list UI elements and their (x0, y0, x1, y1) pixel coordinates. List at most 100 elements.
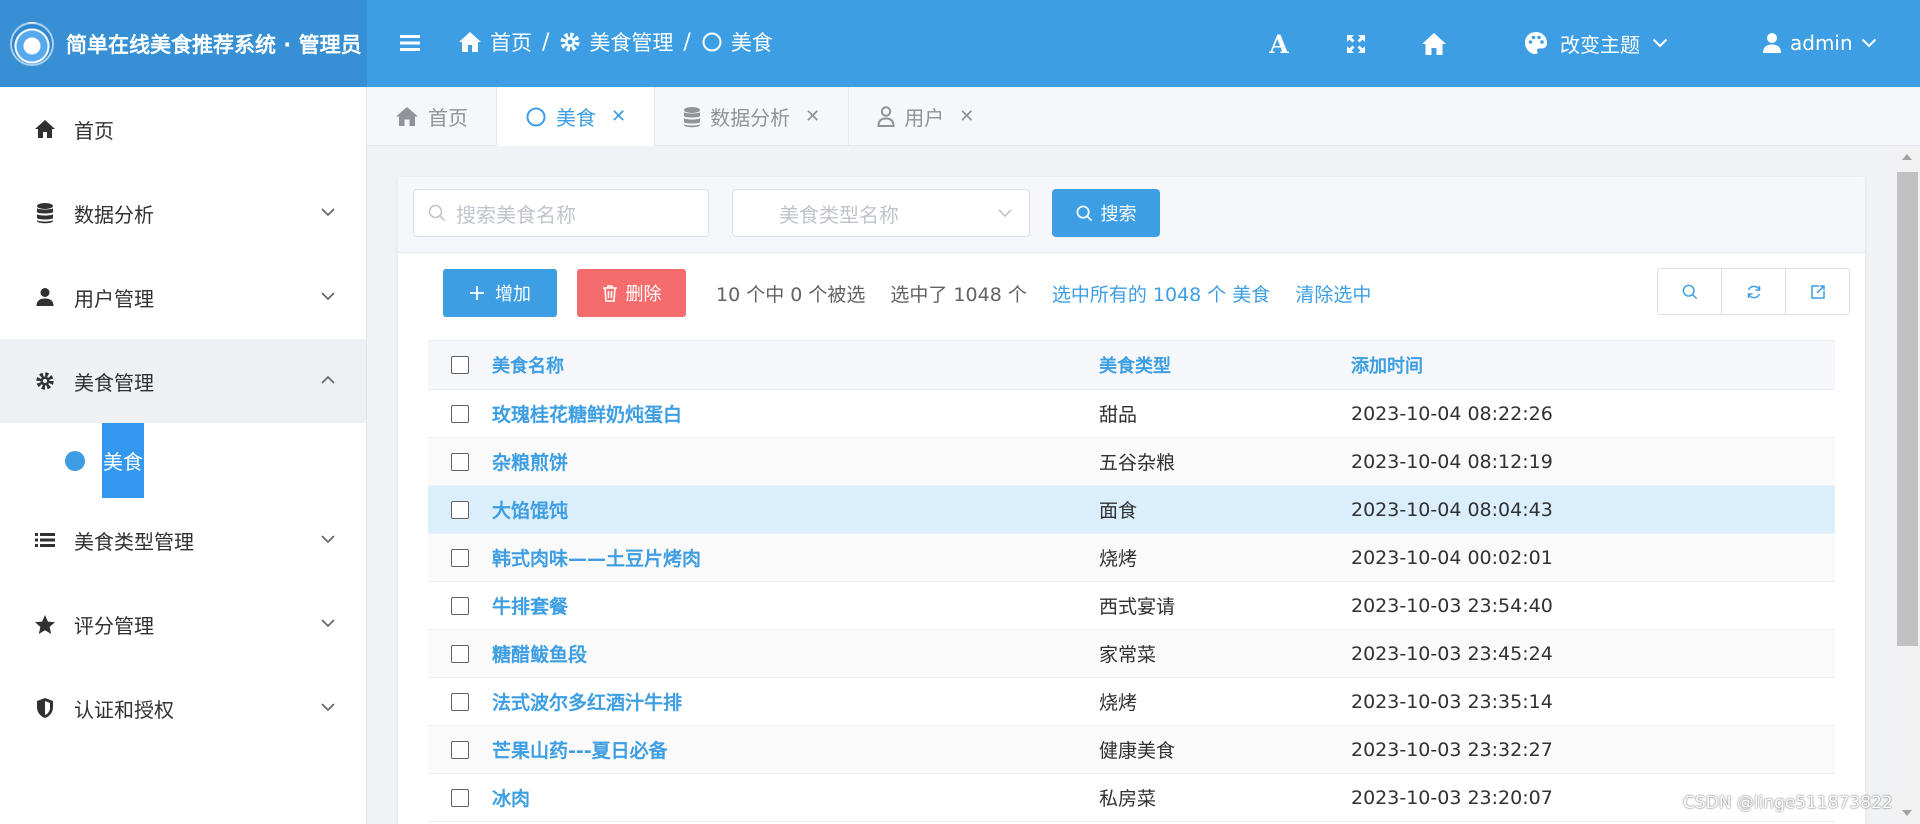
food-type-cell: 私房菜 (1099, 788, 1157, 810)
added-time-cell: 2023-10-03 23:35:14 (1351, 690, 1553, 713)
sidebar-item-label: 用户管理 (74, 286, 154, 311)
breadcrumb-home[interactable]: 首页 (458, 27, 532, 57)
tab-home[interactable]: 首页 (367, 87, 497, 146)
hamburger-icon[interactable] (397, 28, 423, 58)
chevron-down-icon (1861, 38, 1876, 48)
sidebar-subitem-label: 美食 (102, 423, 144, 498)
brand: 简单在线美食推荐系统 · 管理员 (0, 0, 367, 87)
top-header: 简单在线美食推荐系统 · 管理员 首页 / 美食管理 / 美食 A 改变主题 a… (0, 0, 1920, 87)
search-food-name-input[interactable]: 搜索美食名称 (413, 189, 709, 237)
row-checkbox[interactable] (451, 692, 469, 711)
select-all-link[interactable]: 选中所有的 1048 个 美食 (1052, 280, 1270, 307)
food-type-cell: 西式宴请 (1099, 596, 1176, 618)
sidebar-subitem-food[interactable]: 美食 (0, 423, 366, 498)
added-time-cell: 2023-10-03 23:54:40 (1351, 594, 1553, 617)
chevron-down-icon (321, 535, 335, 544)
font-size-icon[interactable]: A (1263, 28, 1295, 60)
database-icon (33, 201, 57, 225)
delete-button[interactable]: 删除 (577, 269, 686, 317)
row-checkbox[interactable] (451, 452, 469, 471)
breadcrumb: 首页 / 美食管理 / 美食 (458, 24, 773, 60)
breadcrumb-separator: / (542, 29, 550, 55)
sidebar-item-food-management[interactable]: 美食管理 (0, 339, 366, 423)
export-icon[interactable] (1786, 269, 1849, 314)
scrollbar-thumb[interactable] (1897, 172, 1918, 646)
page-scrollbar[interactable] (1895, 146, 1920, 824)
palette-icon (1525, 32, 1547, 54)
row-checkbox[interactable] (451, 644, 469, 663)
food-name-link[interactable]: 大馅馄饨 (492, 496, 1099, 523)
food-type-select[interactable]: 美食类型名称 (732, 189, 1030, 237)
food-name-link[interactable]: 芒果山药---夏日必备 (492, 736, 1099, 763)
row-checkbox[interactable] (451, 404, 469, 423)
food-name-link[interactable]: 冰肉 (492, 784, 1099, 811)
search-button[interactable]: 搜索 (1052, 189, 1160, 237)
selection-count: 10 个中 0 个被选 (716, 283, 866, 306)
tab-user[interactable]: 用户 ✕ (849, 87, 1002, 146)
sidebar-item-user-management[interactable]: 用户管理 (0, 255, 366, 339)
search-placeholder: 搜索美食名称 (456, 202, 576, 227)
home-icon[interactable] (1418, 28, 1450, 60)
user-name: admin (1790, 31, 1853, 55)
scroll-down-arrow[interactable] (1902, 810, 1912, 816)
breadcrumb-food: 美食 (701, 27, 773, 57)
row-checkbox[interactable] (451, 596, 469, 615)
tab-label: 首页 (428, 106, 468, 130)
select-all-checkbox[interactable] (451, 356, 469, 374)
row-checkbox[interactable] (451, 788, 469, 807)
clear-selection-link[interactable]: 清除选中 (1295, 280, 1371, 307)
sidebar-item-data-analysis[interactable]: 数据分析 (0, 171, 366, 255)
chevron-down-icon (321, 703, 335, 712)
sidebar-item-rating-management[interactable]: 评分管理 (0, 582, 366, 666)
food-name-link[interactable]: 牛排套餐 (492, 592, 1099, 619)
search-icon[interactable] (1658, 269, 1722, 314)
search-icon (1076, 205, 1092, 221)
table-row: 韩式肉味——土豆片烤肉 烧烤 2023-10-04 00:02:01 (428, 534, 1835, 582)
user-dropdown[interactable]: admin (1762, 26, 1877, 60)
scroll-up-arrow[interactable] (1902, 154, 1912, 160)
sidebar-item-label: 美食类型管理 (74, 529, 194, 554)
database-icon (684, 106, 701, 127)
column-header-type[interactable]: 美食类型 (1099, 352, 1351, 378)
row-checkbox[interactable] (451, 500, 469, 519)
close-icon[interactable]: ✕ (805, 106, 820, 127)
sidebar-item-label: 数据分析 (74, 202, 154, 227)
food-type-cell: 家常菜 (1099, 644, 1157, 666)
column-header-name[interactable]: 美食名称 (492, 352, 1099, 378)
row-checkbox[interactable] (451, 548, 469, 567)
food-table: 美食名称 美食类型 添加时间 玫瑰桂花糖鲜奶炖蛋白 甜品 2023-10-04 … (428, 340, 1835, 822)
food-name-link[interactable]: 韩式肉味——土豆片烤肉 (492, 544, 1099, 571)
user-icon (1763, 33, 1781, 53)
row-checkbox[interactable] (451, 740, 469, 759)
gear-icon (33, 369, 57, 393)
sidebar-item-auth[interactable]: 认证和授权 (0, 666, 366, 750)
add-button[interactable]: 增加 (443, 269, 557, 317)
tab-food[interactable]: 美食 ✕ (497, 87, 656, 146)
fullscreen-icon[interactable] (1340, 28, 1372, 60)
sidebar-item-label: 评分管理 (74, 613, 154, 638)
logo (10, 21, 54, 66)
tab-data-analysis[interactable]: 数据分析 ✕ (655, 87, 850, 146)
food-name-link[interactable]: 玫瑰桂花糖鲜奶炖蛋白 (492, 400, 1099, 427)
change-theme-dropdown[interactable]: 改变主题 (1524, 26, 1668, 60)
food-name-link[interactable]: 杂粮煎饼 (492, 448, 1099, 475)
column-header-time[interactable]: 添加时间 (1351, 352, 1835, 378)
home-icon (33, 117, 57, 141)
close-icon[interactable]: ✕ (611, 106, 626, 127)
refresh-icon[interactable] (1722, 269, 1786, 314)
table-row: 牛排套餐 西式宴请 2023-10-03 23:54:40 (428, 582, 1835, 630)
food-name-link[interactable]: 糖醋鲅鱼段 (492, 640, 1099, 667)
search-icon (428, 204, 446, 222)
search-bar: 搜索美食名称 美食类型名称 搜索 (398, 177, 1865, 253)
breadcrumb-food-management[interactable]: 美食管理 (559, 27, 673, 57)
tab-label: 数据分析 (710, 106, 791, 130)
close-icon[interactable]: ✕ (959, 106, 974, 127)
sidebar-item-food-type-management[interactable]: 美食类型管理 (0, 498, 366, 582)
food-name-link[interactable]: 法式波尔多红酒汁牛排 (492, 688, 1099, 715)
sidebar-item-label: 认证和授权 (74, 697, 174, 722)
sidebar-item-home[interactable]: 首页 (0, 87, 366, 171)
added-time-cell: 2023-10-04 00:02:01 (1351, 546, 1553, 569)
added-time-cell: 2023-10-03 23:45:24 (1351, 642, 1553, 665)
table-tools (1657, 268, 1850, 315)
food-type-cell: 甜品 (1099, 404, 1138, 426)
